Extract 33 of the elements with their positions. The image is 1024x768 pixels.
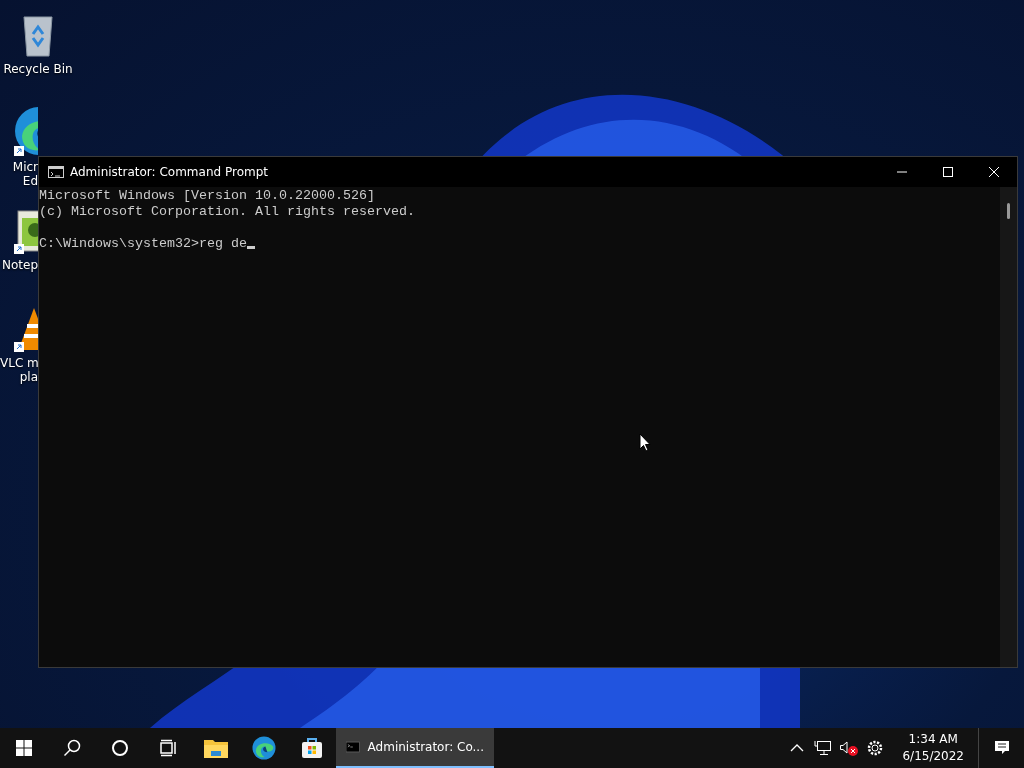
desktop-icon-label[interactable]: VLC m pla <box>0 356 38 384</box>
chevron-up-icon <box>790 743 805 753</box>
console-output-line: Microsoft Windows [Version 10.0.22000.526] <box>39 188 376 204</box>
clock-time: 1:34 AM <box>908 731 958 748</box>
mouse-pointer-icon <box>639 433 651 452</box>
window-title: Administrator: Command Prompt <box>70 165 268 179</box>
speaker-muted-icon <box>839 739 860 757</box>
scrollbar[interactable] <box>1000 187 1017 667</box>
text-cursor <box>246 246 255 249</box>
close-icon <box>988 166 1000 178</box>
message-icon <box>992 739 1011 757</box>
network-icon <box>814 740 833 756</box>
task-view-icon <box>159 739 177 757</box>
clock-date: 6/15/2022 <box>902 748 964 765</box>
search-icon <box>63 739 81 757</box>
settings-icon <box>866 739 885 757</box>
desktop-icon-label[interactable]: Recycle Bin <box>3 62 73 76</box>
windows-logo-icon <box>16 740 32 756</box>
scrollbar-thumb[interactable] <box>1007 203 1010 219</box>
browser-icon[interactable] <box>14 104 38 156</box>
console-icon <box>48 166 64 178</box>
console-icon <box>346 739 360 755</box>
browser-icon <box>252 736 276 760</box>
shopping-bag-icon <box>300 736 324 760</box>
console-output-line: (c) Microsoft Corporation. All rights reserved. <box>39 204 416 220</box>
taskbar-app-button[interactable]: Administrator: Co... <box>336 728 494 768</box>
clock[interactable]: 1:34 AM 6/15/2022 <box>894 731 972 765</box>
maximize-icon <box>942 166 954 178</box>
command-line[interactable]: C:\Windows\system32>reg de <box>39 236 247 252</box>
desktop-icon-label[interactable]: Notep <box>0 258 38 272</box>
circle-icon <box>111 739 129 757</box>
folder-icon <box>203 737 229 759</box>
desktop-icon-label[interactable]: Micr Ed <box>0 160 38 188</box>
